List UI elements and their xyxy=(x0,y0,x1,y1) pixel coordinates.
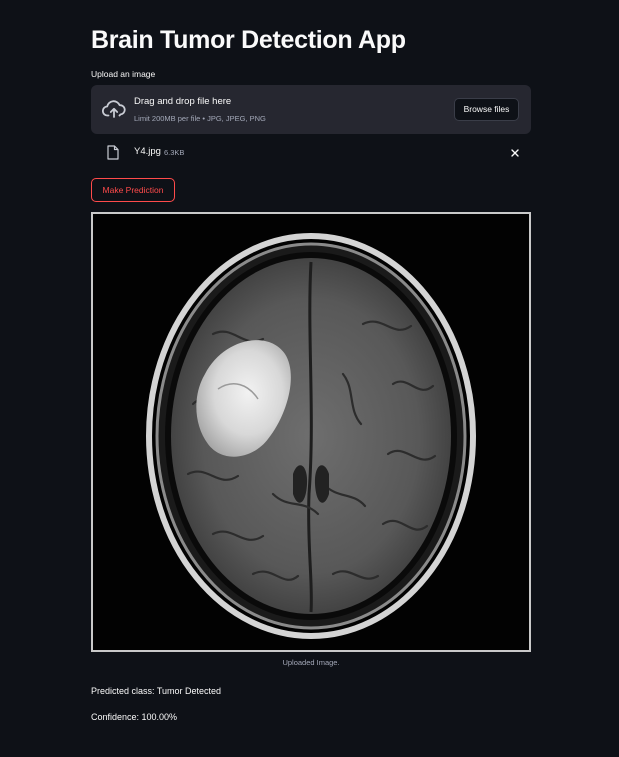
uploaded-file-row: Y4.jpg 6.3KB xyxy=(91,142,531,166)
dropzone-title: Drag and drop file here xyxy=(134,96,232,107)
browse-files-button[interactable]: Browse files xyxy=(454,98,519,121)
close-icon[interactable] xyxy=(509,147,521,159)
uploaded-file-size: 6.3KB xyxy=(164,148,185,157)
uploaded-image xyxy=(91,212,531,652)
dropzone-limit-text: Limit 200MB per file • JPG, JPEG, PNG xyxy=(134,114,266,123)
uploaded-file-name: Y4.jpg xyxy=(134,146,161,157)
file-icon xyxy=(107,145,119,160)
predicted-class-text: Predicted class: Tumor Detected xyxy=(91,686,222,696)
brain-mri-image xyxy=(93,214,529,650)
page-title: Brain Tumor Detection App xyxy=(91,26,406,54)
confidence-text: Confidence: 100.00% xyxy=(91,712,178,722)
image-caption: Uploaded Image. xyxy=(282,658,340,667)
upload-label: Upload an image xyxy=(91,69,156,79)
cloud-upload-icon xyxy=(102,100,126,118)
make-prediction-button[interactable]: Make Prediction xyxy=(91,178,175,202)
file-dropzone[interactable]: Drag and drop file here Limit 200MB per … xyxy=(91,85,531,134)
